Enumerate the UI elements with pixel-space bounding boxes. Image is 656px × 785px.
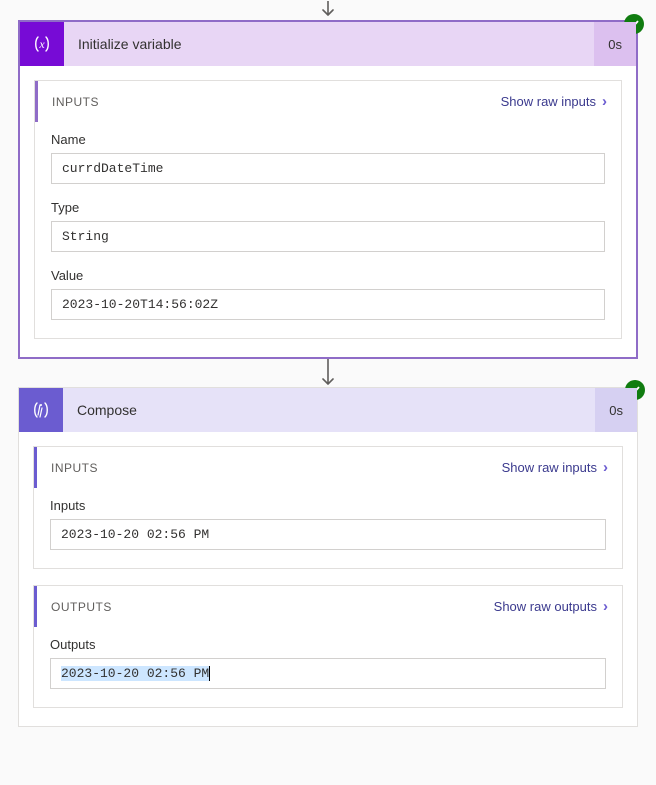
field-value-field: Value 2023-10-20T14:56:02Z xyxy=(51,268,605,320)
show-raw-outputs-link[interactable]: Show raw outputs › xyxy=(494,598,608,615)
duration-label: 0s xyxy=(595,388,637,432)
compose-icon xyxy=(19,388,63,432)
inputs-section: INPUTS Show raw inputs › Name currdDateT… xyxy=(34,80,622,339)
field-label: Value xyxy=(51,268,605,283)
show-raw-text: Show raw inputs xyxy=(502,460,597,475)
card-body: INPUTS Show raw inputs › Name currdDateT… xyxy=(20,66,636,357)
section-header: OUTPUTS Show raw outputs › xyxy=(34,586,622,627)
outputs-section: OUTPUTS Show raw outputs › Outputs 2023-… xyxy=(33,585,623,708)
field-value[interactable]: 2023-10-20T14:56:02Z xyxy=(51,289,605,320)
action-card-compose[interactable]: Compose 0s INPUTS Show raw inputs › Inpu… xyxy=(18,387,638,727)
variable-icon: x xyxy=(20,22,64,66)
field-type: Type String xyxy=(51,200,605,252)
flow-arrow-icon xyxy=(318,0,338,20)
field-value[interactable]: String xyxy=(51,221,605,252)
field-value[interactable]: 2023-10-20 02:56 PM xyxy=(50,519,606,550)
flow-arrow-icon xyxy=(318,359,338,387)
show-raw-text: Show raw inputs xyxy=(501,94,596,109)
show-raw-inputs-link[interactable]: Show raw inputs › xyxy=(501,93,607,110)
field-label: Type xyxy=(51,200,605,215)
section-label: INPUTS xyxy=(51,461,98,475)
section-header: INPUTS Show raw inputs › xyxy=(34,447,622,488)
inputs-section: INPUTS Show raw inputs › Inputs 2023-10-… xyxy=(33,446,623,569)
card-header[interactable]: Compose 0s xyxy=(19,388,637,432)
section-header: INPUTS Show raw inputs › xyxy=(35,81,621,122)
chevron-right-icon: › xyxy=(602,93,607,110)
field-label: Name xyxy=(51,132,605,147)
field-value[interactable]: currdDateTime xyxy=(51,153,605,184)
chevron-right-icon: › xyxy=(603,459,608,476)
section-label: OUTPUTS xyxy=(51,600,112,614)
card-body: INPUTS Show raw inputs › Inputs 2023-10-… xyxy=(19,432,637,726)
field-label: Inputs xyxy=(50,498,606,513)
svg-text:x: x xyxy=(38,37,45,51)
card-title: Initialize variable xyxy=(64,36,594,52)
card-header[interactable]: x Initialize variable 0s xyxy=(20,22,636,66)
field-label: Outputs xyxy=(50,637,606,652)
section-label: INPUTS xyxy=(52,95,99,109)
action-card-initialize-variable[interactable]: x Initialize variable 0s INPUTS Show raw… xyxy=(18,20,638,359)
show-raw-text: Show raw outputs xyxy=(494,599,597,614)
show-raw-inputs-link[interactable]: Show raw inputs › xyxy=(502,459,608,476)
field-inputs: Inputs 2023-10-20 02:56 PM xyxy=(50,498,606,550)
field-value[interactable]: 2023-10-20 02:56 PM xyxy=(50,658,606,689)
card-title: Compose xyxy=(63,402,595,418)
field-outputs: Outputs 2023-10-20 02:56 PM xyxy=(50,637,606,689)
duration-label: 0s xyxy=(594,22,636,66)
selected-output-text: 2023-10-20 02:56 PM xyxy=(61,666,210,681)
field-name: Name currdDateTime xyxy=(51,132,605,184)
chevron-right-icon: › xyxy=(603,598,608,615)
